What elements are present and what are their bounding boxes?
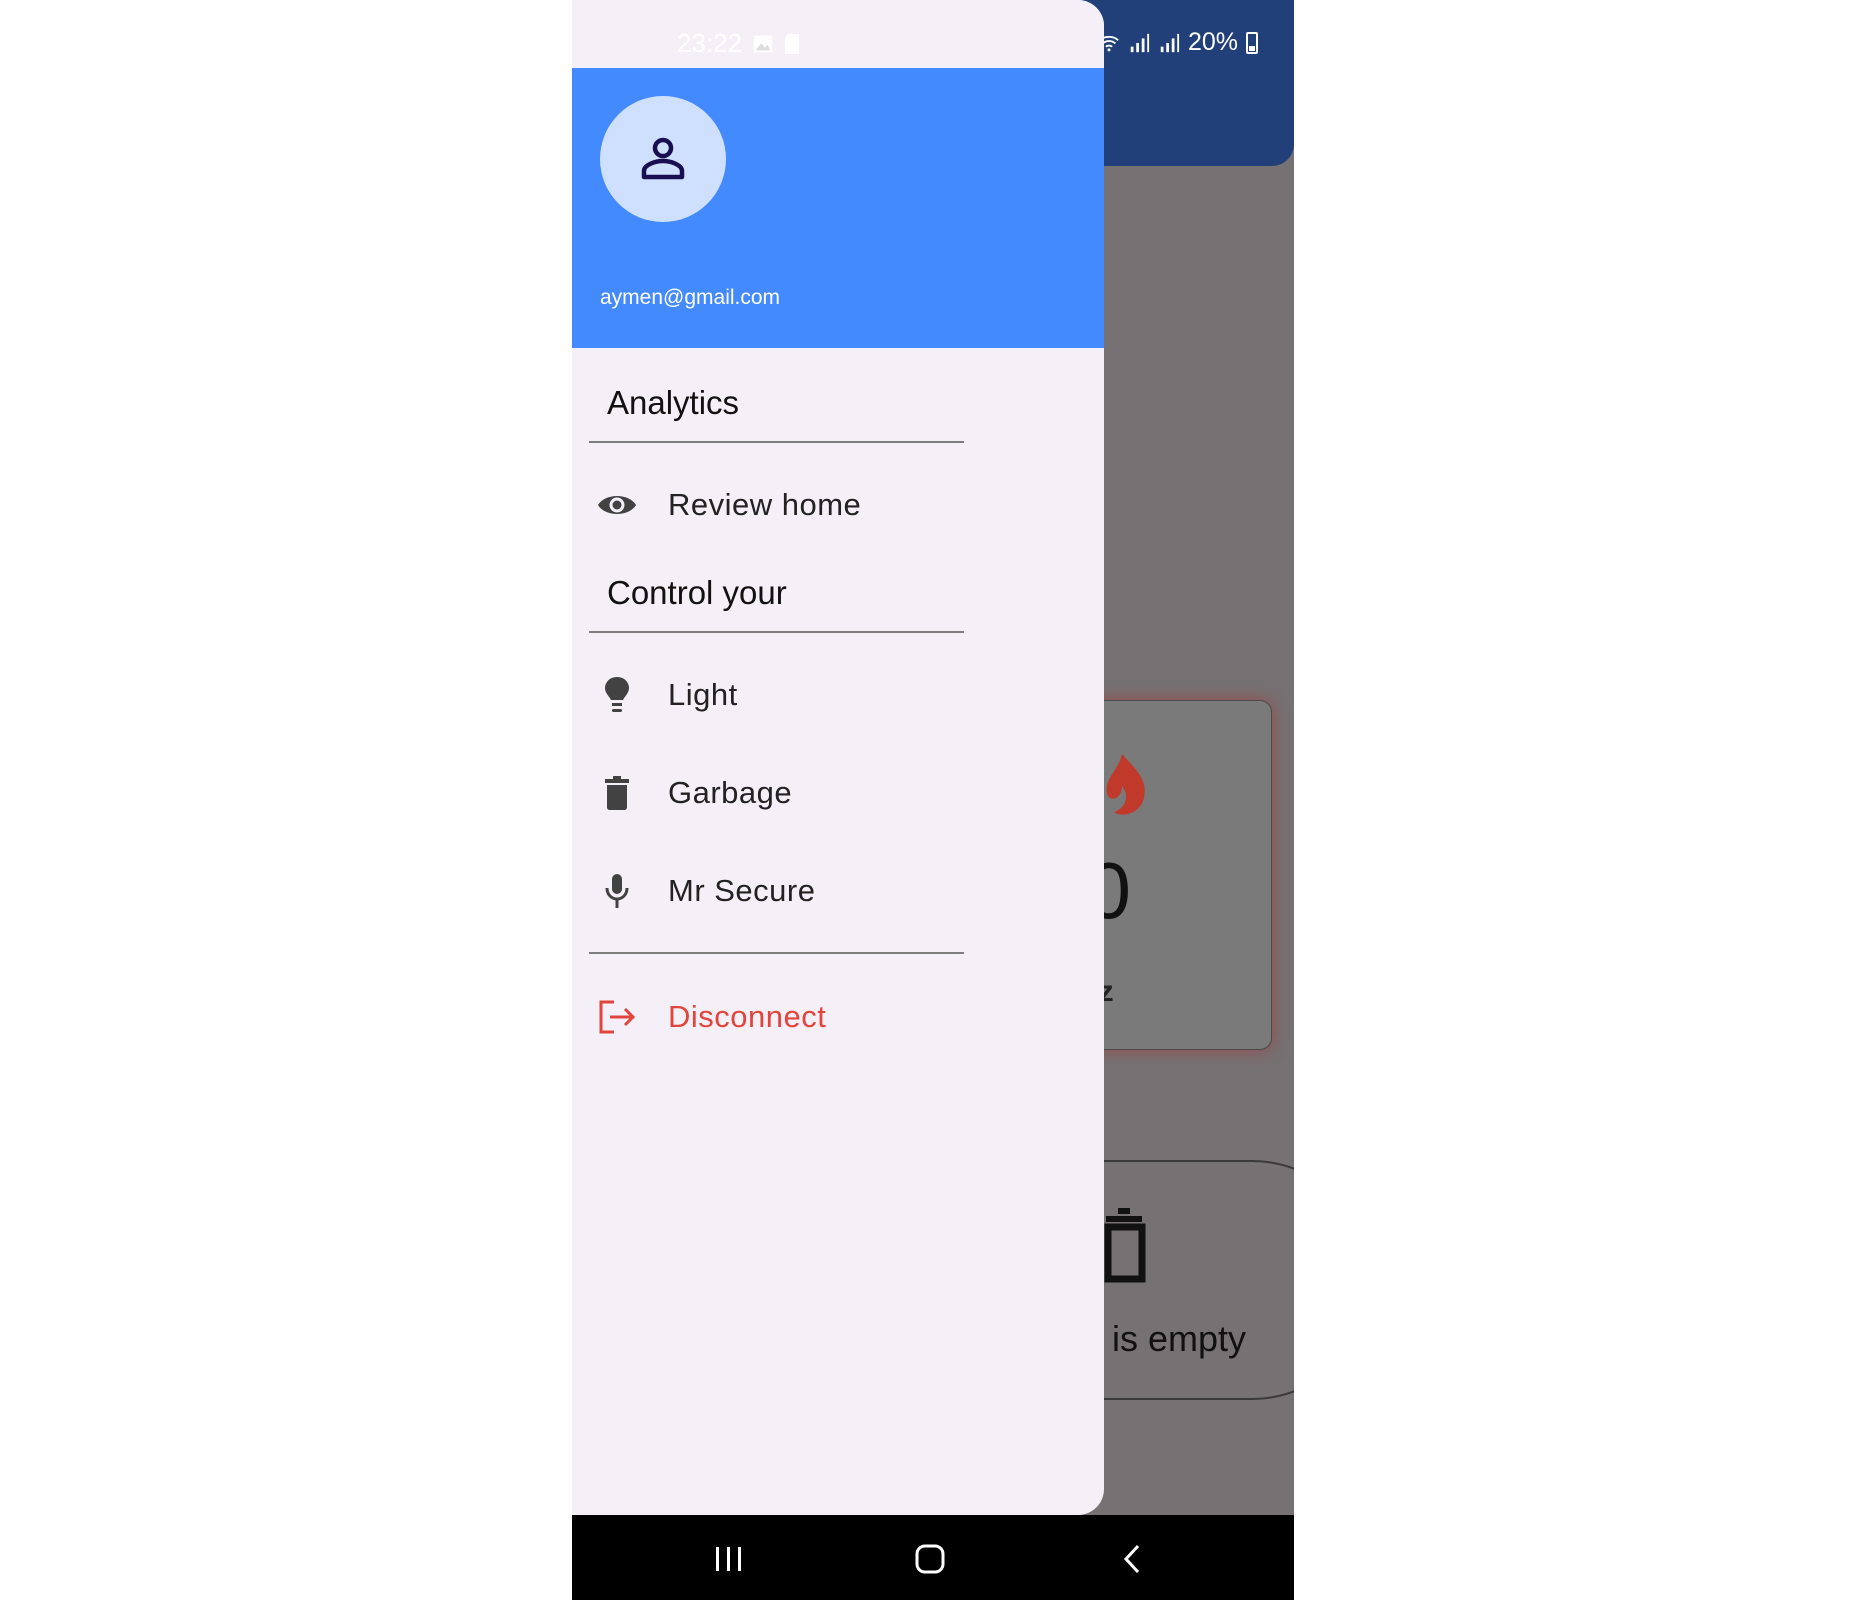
trash-icon <box>596 772 638 814</box>
status-bar-left: 23:22 <box>677 28 800 59</box>
menu-item-review-home[interactable]: Review home <box>572 460 1104 550</box>
user-email: aymen@gmail.com <box>600 286 781 309</box>
eye-icon <box>596 484 638 526</box>
menu-item-label: Light <box>668 677 738 712</box>
status-bar-right: 20% <box>1098 28 1258 57</box>
divider <box>589 952 964 954</box>
section-title-analytics: Analytics <box>607 384 740 421</box>
menu-item-mr-secure[interactable]: Mr Secure <box>572 846 1104 936</box>
battery-percent: 20% <box>1187 28 1238 56</box>
avatar[interactable] <box>600 96 726 222</box>
image-notification-icon <box>753 35 773 52</box>
back-icon[interactable] <box>1112 1539 1152 1579</box>
home-icon[interactable] <box>910 1539 950 1579</box>
menu-item-light[interactable]: Light <box>572 650 1104 740</box>
system-navigation-bar <box>572 1515 1294 1600</box>
mic-icon <box>596 870 638 912</box>
disconnect-button[interactable]: Disconnect <box>572 972 1104 1062</box>
background-garbage-status: e is empty <box>1082 1318 1247 1359</box>
menu-item-label: Mr Secure <box>668 873 816 908</box>
divider <box>589 631 964 633</box>
menu-item-label: Review home <box>668 487 862 522</box>
recents-icon[interactable] <box>709 1539 749 1579</box>
menu-item-garbage[interactable]: Garbage <box>572 748 1104 838</box>
navigation-drawer: 23:22 aymen@gmail.com Analytics Review h… <box>572 0 1104 1515</box>
sd-card-icon <box>785 33 800 54</box>
menu-item-label: Garbage <box>668 775 793 810</box>
section-title-control: Control your <box>607 574 787 611</box>
disconnect-label: Disconnect <box>668 999 827 1034</box>
status-bar-left-area: 23:22 <box>572 0 1104 68</box>
divider <box>589 441 964 443</box>
status-time: 23:22 <box>677 28 743 58</box>
signal-icon <box>1160 33 1180 52</box>
drawer-header: aymen@gmail.com <box>572 68 1104 348</box>
battery-icon <box>1246 31 1258 54</box>
phone-screen: 20% 00 az e is empty 23:22 <box>572 0 1294 1600</box>
lightbulb-icon <box>596 674 638 716</box>
signal-icon <box>1130 33 1150 52</box>
person-icon <box>641 137 685 180</box>
logout-icon <box>596 996 638 1038</box>
